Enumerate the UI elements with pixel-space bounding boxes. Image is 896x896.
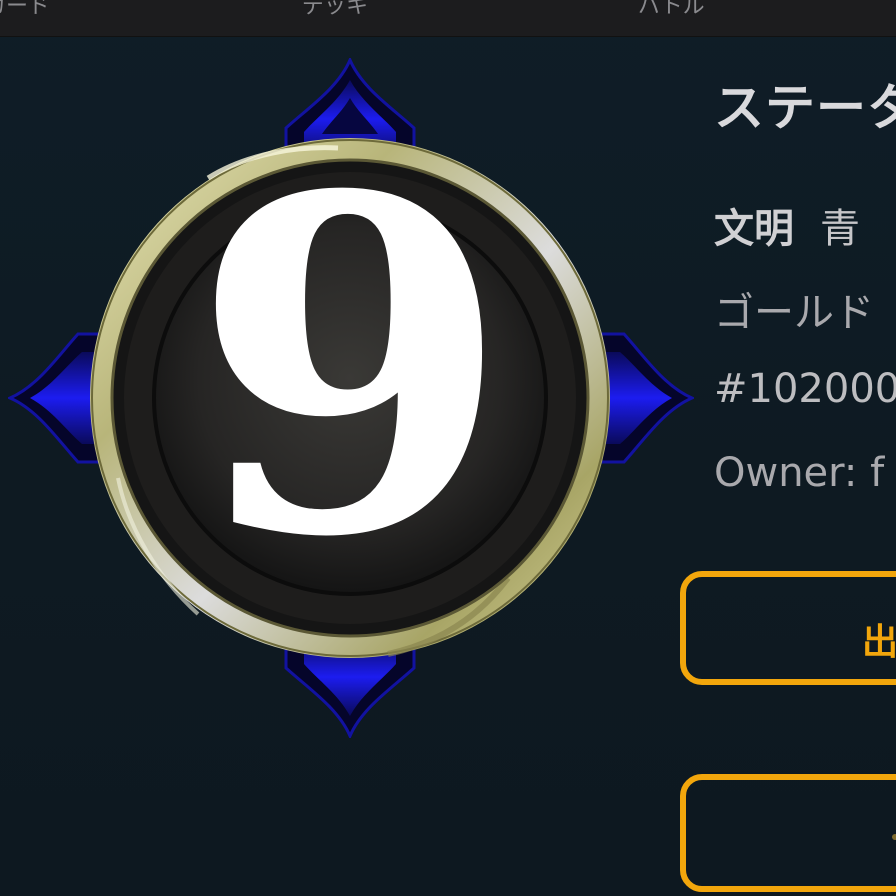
owner-label: Owner: f [714,450,885,496]
status-panel: ステータス 文明青 ゴールド #102000 Owner: f [714,36,896,896]
tab-battle[interactable]: バトル [638,0,705,20]
secondary-action-label [892,834,896,840]
tab-deck[interactable]: デッキ [302,0,368,20]
card-detail-screen: カード デッキ バトル [0,0,896,896]
primary-action-button[interactable]: 出 [680,571,896,685]
card-id: #102000 [714,366,896,412]
gold-label: ゴールド [714,290,874,336]
tab-cards[interactable]: カード [0,0,50,20]
secondary-action-button[interactable] [680,774,896,892]
civilization-value: 青 [820,206,860,252]
page-title: ステータス [714,79,896,137]
level-badge-icon: 9 [8,58,694,738]
level-number: 9 [190,98,512,638]
civilization-row: 文明青 [714,196,860,254]
primary-action-label: 出 [862,622,896,663]
civilization-label: 文明 [714,206,794,252]
top-navigation-bar: カード デッキ バトル [0,0,896,37]
